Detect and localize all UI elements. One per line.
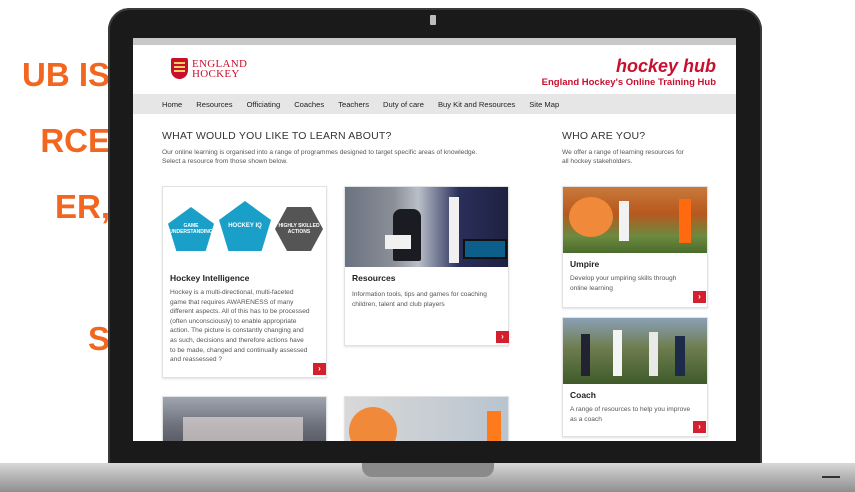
shield-icon	[171, 58, 188, 79]
partial-card-photo[interactable]	[162, 396, 327, 441]
main-nav: Home Resources Officiating Coaches Teach…	[133, 94, 736, 114]
resources-photo	[345, 187, 508, 267]
browser-top-strip	[133, 38, 736, 45]
camera-icon	[430, 15, 436, 25]
card-title: Hockey Intelligence	[170, 273, 250, 283]
slide-headline: UB IS RCE ER, S	[0, 52, 110, 382]
headline-line: RCE	[40, 122, 110, 159]
hockey-iq-graphic: GAME UNDERSTANDING HOCKEY IQ HIGHLY SKIL…	[163, 187, 326, 267]
nav-officiating[interactable]: Officiating	[247, 100, 281, 109]
chevron-right-icon[interactable]: ›	[693, 421, 706, 433]
logo-text: ENGLAND HOCKEY	[192, 57, 248, 80]
coach-photo	[563, 318, 707, 384]
who-intro: We offer a range of learning resources f…	[562, 149, 684, 165]
headline-line	[0, 250, 110, 316]
resources-card[interactable]: Resources Information tools, tips and ga…	[344, 186, 509, 346]
england-hockey-logo[interactable]: ENGLAND HOCKEY	[171, 58, 247, 79]
game-understanding-badge: GAME UNDERSTANDING	[168, 207, 214, 251]
card-title: Umpire	[570, 259, 600, 269]
learn-section: WHAT WOULD YOU LIKE TO LEARN ABOUT? Our …	[162, 130, 512, 166]
hockey-hub-title[interactable]: hockey hub	[616, 56, 716, 77]
chevron-right-icon[interactable]: ›	[313, 363, 326, 375]
hockey-hub-subtitle: England Hockey's Online Training Hub	[541, 77, 716, 88]
highly-skilled-actions-badge: HIGHLY SKILLED ACTIONS	[275, 207, 323, 251]
chevron-right-icon[interactable]: ›	[693, 291, 706, 303]
headline-line: ER,	[54, 188, 110, 225]
nav-home[interactable]: Home	[162, 100, 182, 109]
card-title: Coach	[570, 390, 596, 400]
nav-teachers[interactable]: Teachers	[338, 100, 369, 109]
card-description: Develop your umpiring skills through onl…	[570, 275, 677, 292]
headline-line: S	[87, 320, 110, 357]
laptop-notch	[362, 463, 494, 477]
who-heading: WHO ARE YOU?	[562, 130, 646, 142]
learn-intro: Our online learning is organised into a …	[162, 149, 478, 165]
who-section: WHO ARE YOU? We offer a range of learnin…	[562, 130, 708, 166]
umpire-card[interactable]: Umpire Develop your umpiring skills thro…	[562, 186, 708, 308]
hockey-iq-badge: HOCKEY IQ	[219, 201, 271, 251]
chevron-right-icon[interactable]: ›	[496, 331, 509, 343]
nav-duty-of-care[interactable]: Duty of care	[383, 100, 424, 109]
headline-line: UB IS	[21, 56, 110, 93]
site-header: ENGLAND HOCKEY hockey hub England Hockey…	[133, 45, 736, 94]
nav-coaches[interactable]: Coaches	[294, 100, 324, 109]
nav-resources[interactable]: Resources	[196, 100, 232, 109]
laptop-screen: ENGLAND HOCKEY hockey hub England Hockey…	[133, 38, 736, 441]
card-description: Hockey is a multi-directional, multi-fac…	[170, 289, 310, 364]
laptop-foot	[822, 476, 840, 478]
nav-buy-kit[interactable]: Buy Kit and Resources	[438, 100, 515, 109]
umpire-photo	[563, 187, 707, 253]
hockey-intelligence-card[interactable]: GAME UNDERSTANDING HOCKEY IQ HIGHLY SKIL…	[162, 186, 327, 378]
card-description: Information tools, tips and games for co…	[352, 291, 487, 308]
learn-heading: WHAT WOULD YOU LIKE TO LEARN ABOUT?	[162, 130, 392, 142]
coach-card[interactable]: Coach A range of resources to help you i…	[562, 317, 708, 437]
card-title: Resources	[352, 273, 396, 283]
partial-card-photo[interactable]	[344, 396, 509, 441]
nav-site-map[interactable]: Site Map	[529, 100, 559, 109]
card-description: A range of resources to help you improve…	[570, 406, 691, 423]
